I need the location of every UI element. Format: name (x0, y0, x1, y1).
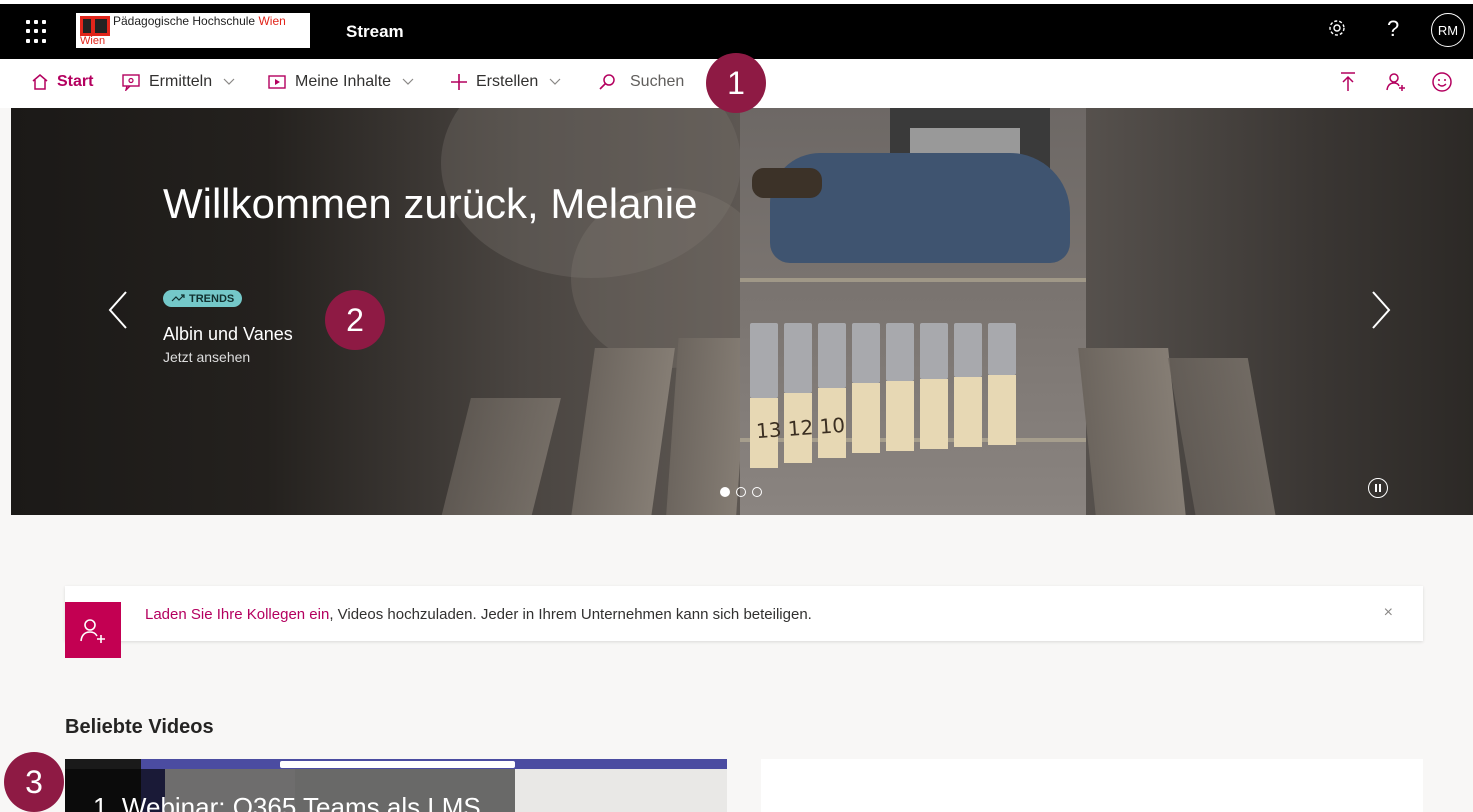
hero-background-right (1078, 108, 1473, 515)
carousel-pause-button[interactable] (1368, 478, 1388, 498)
upload-icon[interactable] (1339, 71, 1357, 99)
carousel-dot[interactable] (752, 487, 762, 497)
invite-user-icon[interactable] (1385, 71, 1407, 99)
carousel-next-button[interactable] (1369, 290, 1393, 337)
close-icon[interactable]: × (1384, 604, 1393, 622)
trends-badge-label: TRENDS (189, 292, 235, 305)
callout-3: 3 (4, 752, 64, 812)
logo-wien: Wien (80, 35, 106, 47)
video-title: 1. Webinar: O365 Teams als LMS (93, 792, 481, 812)
nav-start[interactable]: Start (31, 73, 93, 91)
app-title[interactable]: Stream (346, 22, 404, 42)
add-user-icon (65, 602, 121, 658)
video-thumbnail[interactable]: 1. Webinar: O365 Teams als LMS (65, 759, 727, 812)
invite-banner: Laden Sie Ihre Kollegen ein, Videos hoch… (65, 586, 1423, 658)
nav-ermitteln[interactable]: Ermitteln (121, 73, 235, 91)
hero-carousel[interactable]: 13 12 10 Willkommen zurück, Melanie TREN… (11, 108, 1473, 515)
photo-xylophone (750, 323, 1016, 468)
org-name: Pädagogische Hochschule Wien (113, 14, 286, 28)
avatar[interactable]: RM (1431, 13, 1465, 47)
feedback-smiley-icon[interactable] (1431, 71, 1453, 99)
top-bar: Pädagogische Hochschule Wien Wien Stream… (0, 0, 1473, 59)
app-launcher-icon[interactable] (26, 20, 50, 44)
invite-colleagues-link[interactable]: Laden Sie Ihre Kollegen ein (145, 606, 329, 623)
popular-videos-heading: Beliebte Videos (65, 716, 214, 738)
carousel-dot[interactable] (720, 487, 730, 497)
search-input[interactable]: Suchen (598, 73, 684, 91)
trends-badge: TRENDS (163, 290, 243, 307)
ph-logo-mark (80, 16, 110, 36)
org-logo[interactable]: Pädagogische Hochschule Wien Wien (76, 13, 310, 48)
callout-2: 2 (325, 290, 385, 350)
nav-start-label: Start (57, 73, 94, 90)
nav-meine-inhalte[interactable]: Meine Inhalte (267, 73, 414, 91)
gear-icon[interactable] (1327, 18, 1347, 44)
thumb-searchbox (280, 761, 515, 768)
carousel-prev-button[interactable] (106, 290, 130, 337)
hero-watch-now-link[interactable]: Jetzt ansehen (163, 349, 250, 365)
search-placeholder: Suchen (630, 73, 685, 90)
photo-shoe (752, 168, 822, 198)
video-icon (267, 74, 287, 90)
video-card-placeholder[interactable] (761, 759, 1423, 812)
invite-message: Laden Sie Ihre Kollegen ein, Videos hoch… (145, 606, 812, 623)
chevron-down-icon (223, 75, 235, 89)
chevron-down-icon (402, 75, 414, 89)
nav-meine-inhalte-label: Meine Inhalte (295, 73, 392, 90)
plus-icon (450, 73, 468, 91)
chevron-down-icon (549, 75, 561, 89)
carousel-dot[interactable] (736, 487, 746, 497)
welcome-heading: Willkommen zurück, Melanie (163, 180, 698, 227)
hero-photo: 13 12 10 (740, 108, 1086, 515)
help-icon[interactable]: ? (1387, 16, 1399, 42)
carousel-dots (720, 487, 762, 497)
top-edge (0, 0, 1473, 4)
home-icon (31, 73, 49, 91)
trend-up-icon (171, 293, 185, 305)
discover-icon (121, 73, 141, 91)
nav-erstellen-label: Erstellen (476, 73, 539, 90)
callout-1: 1 (706, 53, 766, 113)
hero-video-title[interactable]: Albin und Vanes (163, 324, 293, 345)
nav-ermitteln-label: Ermitteln (149, 73, 213, 90)
search-icon (598, 73, 616, 91)
invite-rest-text: , Videos hochzuladen. Jeder in Ihrem Unt… (329, 606, 812, 623)
nav-erstellen[interactable]: Erstellen (450, 73, 561, 91)
